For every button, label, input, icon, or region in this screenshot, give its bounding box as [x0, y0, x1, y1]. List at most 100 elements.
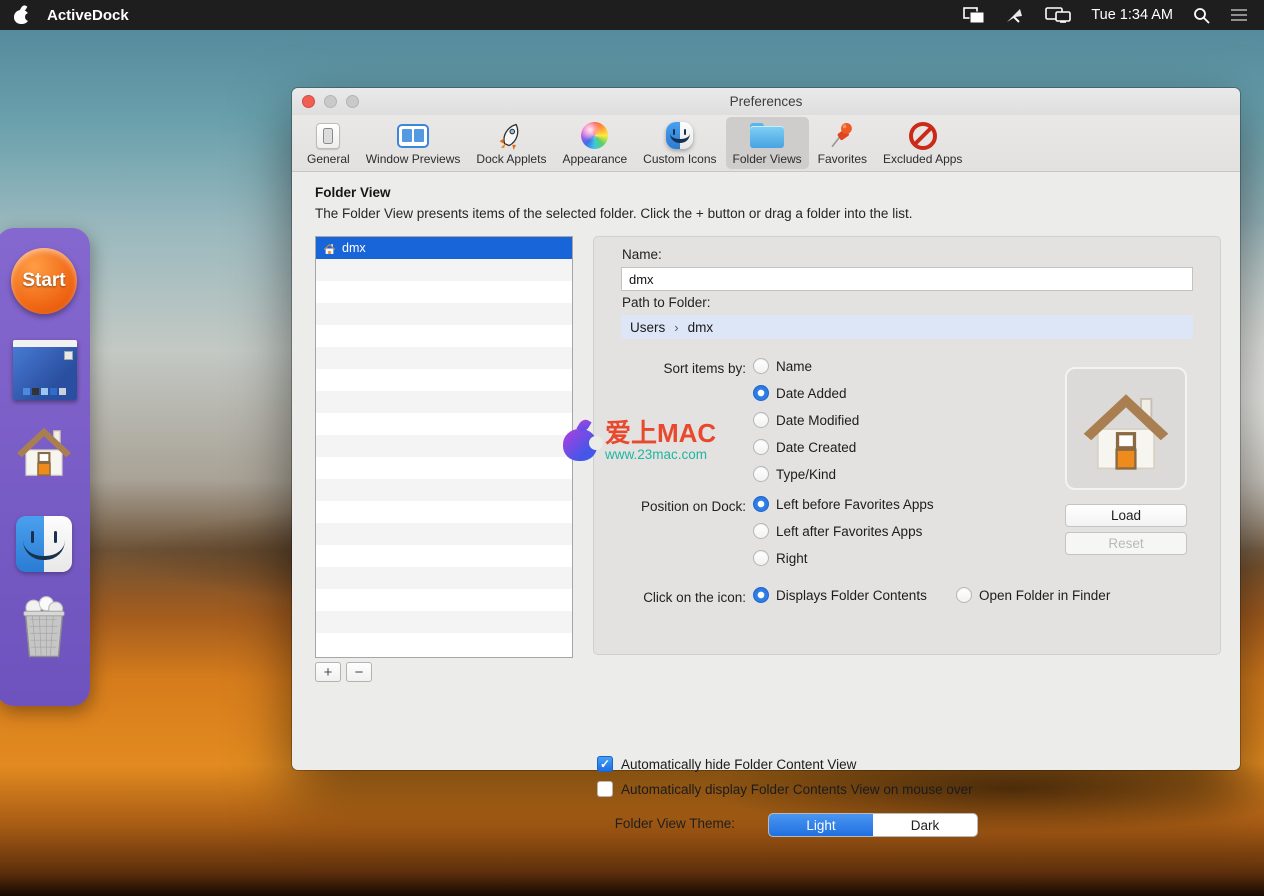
trash-icon[interactable] [15, 596, 73, 665]
minimize-button[interactable] [324, 95, 337, 108]
finder-face-icon [666, 121, 694, 150]
watermark-url: www.23mac.com [605, 447, 708, 462]
radio-sort-type-kind[interactable]: Type/Kind [753, 466, 836, 482]
remove-folder-button[interactable]: − [346, 662, 372, 682]
name-label: Name: [622, 247, 662, 262]
list-row-empty [316, 545, 572, 567]
window-title: Preferences [729, 94, 803, 109]
list-row-empty [316, 479, 572, 501]
menu-bar: ActiveDock Tue 1:34 AM [0, 0, 1264, 30]
watermark-apple-icon [563, 417, 603, 462]
reset-button: Reset [1065, 532, 1187, 555]
pushpin-icon [829, 121, 855, 150]
list-row-empty [316, 347, 572, 369]
radio-position-right[interactable]: Right [753, 550, 808, 566]
close-button[interactable] [302, 95, 315, 108]
radio-off-icon [753, 523, 769, 539]
list-row-empty [316, 457, 572, 479]
start-button-label: Start [22, 270, 66, 291]
theme-segmented-control: Light Dark [768, 813, 978, 837]
window-previews-icon [397, 121, 430, 150]
radio-click-open-finder[interactable]: Open Folder in Finder [956, 587, 1110, 603]
click-icon-label: Click on the icon: [643, 590, 746, 605]
radio-off-icon [753, 358, 769, 374]
radio-click-displays-contents[interactable]: Displays Folder Contents [753, 587, 927, 603]
radio-position-after[interactable]: Left after Favorites Apps [753, 523, 922, 539]
name-input[interactable] [621, 267, 1193, 291]
list-row-empty [316, 413, 572, 435]
rocket-icon [498, 121, 524, 150]
mission-control-icon[interactable] [963, 6, 985, 24]
menu-clock[interactable]: Tue 1:34 AM [1091, 7, 1173, 23]
preferences-toolbar: General Window Previews Dock Applets App… [292, 115, 1240, 172]
checkbox-unchecked-icon [597, 781, 613, 797]
path-segment-users[interactable]: Users [630, 320, 665, 335]
tab-appearance[interactable]: Appearance [555, 117, 634, 169]
path-chevron-icon: › [674, 319, 679, 335]
list-item-dmx[interactable]: dmx [316, 237, 572, 259]
list-row-empty [316, 281, 572, 303]
tab-folder-views[interactable]: Folder Views [725, 117, 809, 169]
folder-view-pane: Folder View The Folder View presents ite… [292, 172, 1240, 837]
zoom-button[interactable] [346, 95, 359, 108]
folder-list[interactable]: dmx [315, 236, 573, 658]
start-button[interactable]: Start [11, 248, 77, 314]
list-item-house-icon [323, 243, 336, 254]
load-button[interactable]: Load [1065, 504, 1187, 527]
checkbox-auto-hide[interactable]: Automatically hide Folder Content View [597, 756, 856, 772]
watermark-title: 爱上MAC [605, 418, 717, 448]
finder-icon[interactable] [16, 516, 72, 572]
path-breadcrumb[interactable]: Users › dmx [621, 315, 1193, 339]
displays-icon[interactable] [1045, 6, 1072, 24]
color-sphere-icon [581, 121, 609, 150]
radio-off-icon [753, 550, 769, 566]
theme-segment-light[interactable]: Light [769, 814, 873, 836]
position-label: Position on Dock: [640, 499, 746, 514]
preferences-window: Preferences General Window Previews Dock… [292, 88, 1240, 837]
home-folder-icon[interactable] [14, 420, 74, 485]
blue-folder-icon [750, 121, 785, 150]
sort-items-label: Sort items by: [663, 361, 746, 376]
apple-menu-icon[interactable] [14, 4, 33, 24]
active-dock: Start [0, 228, 90, 706]
list-row-empty [316, 523, 572, 545]
theme-segment-dark[interactable]: Dark [873, 814, 977, 836]
add-folder-button[interactable]: + [315, 662, 341, 682]
list-row-empty [316, 369, 572, 391]
list-row-empty [316, 589, 572, 611]
section-description: The Folder View presents items of the se… [315, 206, 913, 221]
radio-sort-date-modified[interactable]: Date Modified [753, 412, 859, 428]
radio-sort-date-created[interactable]: Date Created [753, 439, 856, 455]
app-menu-name[interactable]: ActiveDock [47, 7, 129, 24]
desktop: ActiveDock Tue 1:34 AM Start Preferences… [0, 0, 1264, 896]
radio-sort-date-added[interactable]: Date Added [753, 385, 847, 401]
list-row-empty [316, 391, 572, 413]
radio-on-icon [753, 587, 769, 603]
search-icon[interactable] [1193, 7, 1210, 24]
tab-dock-applets[interactable]: Dock Applets [469, 117, 553, 169]
prohibition-icon [908, 121, 937, 150]
radio-off-icon [956, 587, 972, 603]
notification-center-icon[interactable] [1230, 8, 1248, 22]
list-row-empty [316, 325, 572, 347]
desktop-preview-thumbnail[interactable] [13, 340, 77, 400]
title-bar[interactable]: Preferences [292, 88, 1240, 115]
tab-favorites[interactable]: Favorites [811, 117, 874, 169]
path-segment-dmx[interactable]: dmx [688, 320, 714, 335]
watermark: 爱上MAC www.23mac.com [563, 417, 717, 462]
cursor-tool-icon[interactable] [1005, 7, 1025, 24]
radio-on-icon [753, 496, 769, 512]
radio-off-icon [753, 466, 769, 482]
tab-excluded-apps[interactable]: Excluded Apps [876, 117, 969, 169]
radio-sort-name[interactable]: Name [753, 358, 812, 374]
tab-window-previews[interactable]: Window Previews [359, 117, 468, 169]
tab-general[interactable]: General [300, 117, 357, 169]
list-row-empty [316, 303, 572, 325]
checkbox-auto-display[interactable]: Automatically display Folder Contents Vi… [597, 781, 973, 797]
radio-off-icon [753, 439, 769, 455]
radio-position-before[interactable]: Left before Favorites Apps [753, 496, 934, 512]
tab-custom-icons[interactable]: Custom Icons [636, 117, 723, 169]
house-preview-icon [1083, 393, 1169, 470]
section-heading: Folder View [315, 185, 391, 200]
icon-preview-well[interactable] [1065, 367, 1187, 490]
